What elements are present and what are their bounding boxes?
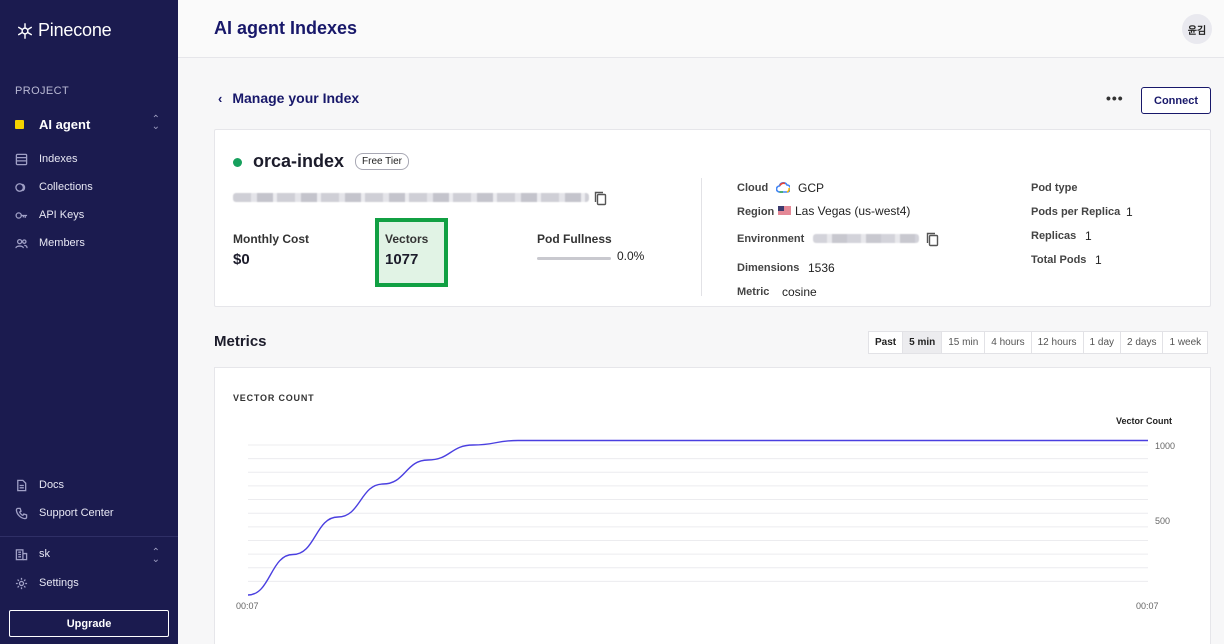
project-label: PROJECT [15,85,70,97]
index-card: orca-index Free Tier Monthly Cost $0 Vec… [214,129,1211,307]
range-5-min[interactable]: 5 min [902,332,942,353]
sidebar-item-indexes[interactable]: Indexes [15,150,78,168]
sidebar-item-collections[interactable]: Collections [15,178,93,196]
monthly-cost-label: Monthly Cost [233,232,309,246]
project-name: AI agent [39,116,91,132]
organization-selector[interactable]: sk ⌃ ⌄ [15,545,163,565]
metrics-title: Metrics [214,333,267,350]
sidebar-item-label: Settings [39,577,79,589]
connect-button[interactable]: Connect [1141,87,1211,114]
pods-per-replica-label: Pods per Replica [1031,206,1121,218]
metric-value: cosine [782,285,817,299]
pod-fullness-value: 0.0% [617,249,645,263]
sidebar-item-members[interactable]: Members [15,234,85,252]
dimensions-label: Dimensions [737,262,800,274]
time-range-selector: Past 5 min 15 min 4 hours 12 hours 1 day… [868,331,1209,354]
back-link[interactable]: ‹ Manage your Index [218,90,359,106]
region-value: Las Vegas (us-west4) [795,204,911,218]
cloud-value: GCP [798,181,825,195]
region-label: Region [737,206,775,218]
sidebar-item-label: Collections [39,181,93,193]
range-1-day[interactable]: 1 day [1082,332,1120,353]
building-icon [15,548,28,560]
pods-per-replica-value: 1 [1126,205,1133,219]
page-title: AI agent Indexes [214,18,358,38]
replicas-value: 1 [1085,229,1092,243]
sidebar-item-api-keys[interactable]: API Keys [15,206,84,224]
x-tick-label: 00:07 [1136,601,1159,611]
pod-type-label: Pod type [1031,182,1078,194]
upgrade-button[interactable]: Upgrade [9,610,169,637]
sidebar-item-docs[interactable]: Docs [15,476,64,494]
doc-icon [17,479,27,491]
phone-icon [15,507,28,519]
x-tick-label: 00:07 [236,601,259,611]
pod-fullness-bar [537,257,611,260]
vectors-value: 1077 [385,251,419,268]
top-bar: AI agent Indexes 윤김 [178,0,1224,58]
avatar[interactable]: 윤김 [1182,14,1212,44]
vector-count-chart: 500 1000 00:07 00:07 Vector Count [236,416,1175,611]
chevron-updown-icon: ⌃ ⌄ [151,114,160,132]
index-name: orca-index [253,151,345,171]
dimensions-value: 1536 [808,261,835,275]
copy-environment-icon[interactable] [926,232,939,247]
gear-icon [15,577,28,589]
environment-label: Environment [737,233,805,245]
back-link-label: Manage your Index [232,90,360,106]
tier-badge: Free Tier [355,153,410,170]
cloud-label: Cloud [737,182,769,194]
y-tick-label: 500 [1155,516,1170,526]
chevron-updown-icon: ⌃ ⌄ [151,547,160,565]
legend-label: Vector Count [1116,416,1172,426]
monthly-cost-value: $0 [233,251,250,268]
project-selector[interactable]: AI agent ⌃ ⌄ [15,114,163,132]
sidebar-item-label: API Keys [39,209,85,221]
pinecone-logo-icon [17,22,33,39]
chevron-left-icon: ‹ [218,90,223,106]
total-pods-value: 1 [1095,253,1102,267]
host-url-redacted [233,193,589,202]
members-icon [15,238,28,248]
y-tick-label: 1000 [1155,441,1175,451]
logo-text: Pinecone [38,20,112,40]
more-options-icon[interactable]: ••• [1106,90,1124,106]
range-1-week[interactable]: 1 week [1162,332,1207,353]
sidebar-item-label: Members [39,237,85,249]
sidebar: Pinecone PROJECT AI agent ⌃ ⌄ Indexes Col… [0,0,178,644]
card-divider [701,178,702,296]
collections-icon [15,182,26,192]
series-line [247,439,1148,596]
key-icon [15,211,28,219]
list-icon [15,153,28,165]
range-4-hours[interactable]: 4 hours [984,332,1030,353]
sidebar-item-support-center[interactable]: Support Center [15,504,114,522]
range-12-hours[interactable]: 12 hours [1030,332,1083,353]
sidebar-divider [0,536,178,537]
range-2-days[interactable]: 2 days [1120,332,1162,353]
sidebar-item-label: Indexes [39,153,78,165]
copy-host-icon[interactable] [594,191,607,206]
total-pods-label: Total Pods [1031,254,1087,266]
project-color-swatch [15,119,24,129]
range-label: Past [875,337,897,348]
us-flag-icon [778,206,791,215]
google-cloud-icon [776,182,790,193]
status-indicator [233,158,242,167]
vectors-label: Vectors [385,232,429,246]
range-15-min[interactable]: 15 min [941,332,984,353]
environment-value-redacted [813,234,919,243]
replicas-label: Replicas [1031,230,1077,242]
vector-count-chart-card: VECTOR COUNT 500 1000 00:07 00:07 Vector Cou… [214,367,1211,644]
sidebar-item-label: Support Center [39,507,114,519]
sidebar-item-settings[interactable]: Settings [15,574,79,592]
pinecone-logo[interactable]: Pinecone [16,20,112,41]
metric-label: Metric [737,286,770,298]
organization-name: sk [39,548,50,560]
pod-fullness-label: Pod Fullness [537,232,612,246]
sidebar-item-label: Docs [39,479,65,491]
